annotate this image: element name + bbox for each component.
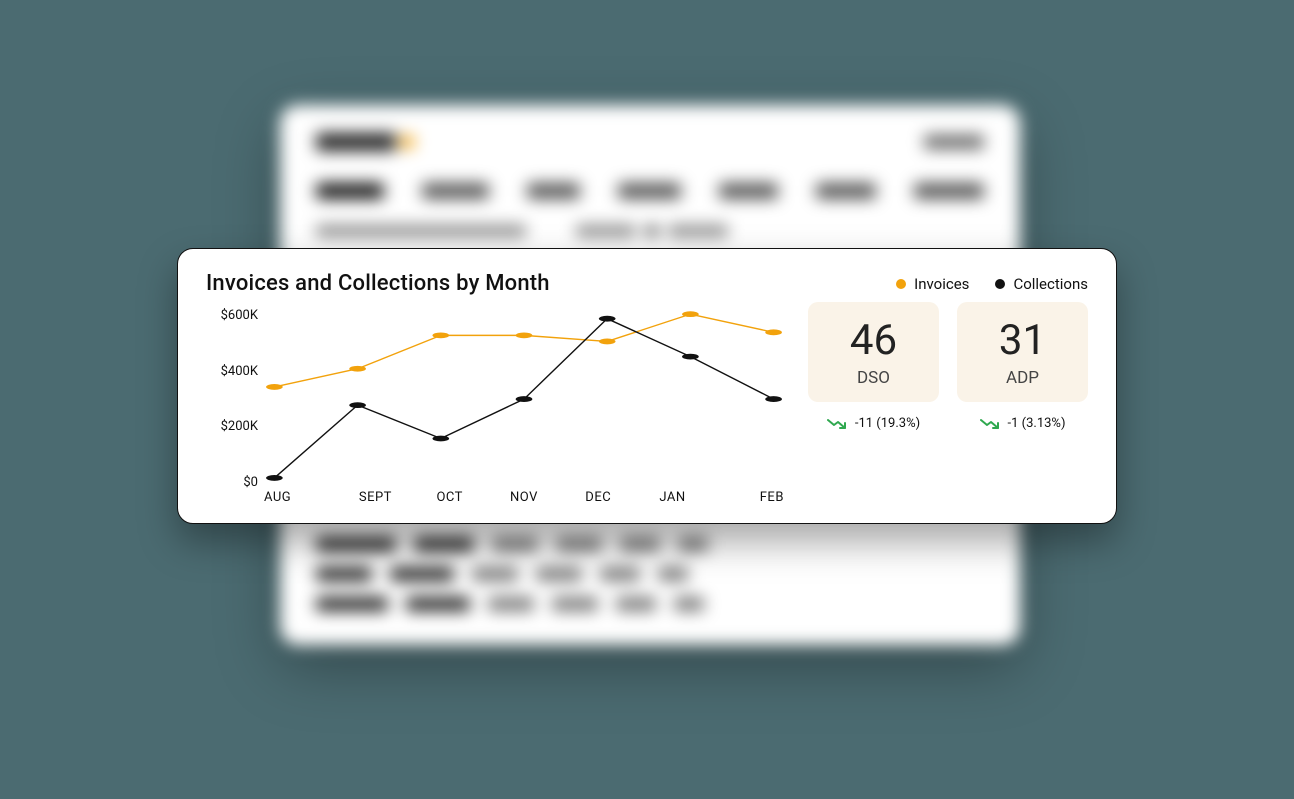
x-tick: SEPT (338, 490, 412, 505)
account-menu (924, 135, 984, 149)
kpi-adp[interactable]: 31 ADP (957, 302, 1088, 402)
kpi-value: 31 (999, 320, 1046, 362)
kpi-label: ADP (1006, 368, 1039, 388)
x-tick: JAN (635, 490, 709, 505)
kpi-panel: 46 DSO 31 ADP -11 (19.3%) (808, 302, 1088, 505)
kpi-dso[interactable]: 46 DSO (808, 302, 939, 402)
trend-down-icon (827, 417, 847, 431)
x-tick: OCT (413, 490, 487, 505)
chart-plot-area: $600K $400K $200K $0 (264, 302, 784, 484)
y-axis-labels: $600K $400K $200K $0 (206, 302, 258, 484)
kpi-delta-text: -11 (19.3%) (855, 416, 920, 431)
y-tick: $600K (206, 308, 258, 323)
y-tick: $200K (206, 419, 258, 434)
legend-dot-icon (995, 279, 1005, 289)
kpi-delta-text: -1 (3.13%) (1008, 416, 1066, 431)
card-title: Invoices and Collections by Month (206, 271, 550, 296)
app-logo (316, 133, 396, 151)
y-tick: $400K (206, 364, 258, 379)
kpi-delta-dso: -11 (19.3%) (808, 416, 939, 431)
legend-dot-icon (896, 279, 906, 289)
x-tick: NOV (487, 490, 561, 505)
kpi-label: DSO (857, 368, 890, 388)
legend-item-collections[interactable]: Collections (995, 275, 1088, 293)
legend-label: Collections (1013, 275, 1088, 293)
legend-item-invoices[interactable]: Invoices (896, 275, 969, 293)
legend-label: Invoices (914, 275, 969, 293)
chart-card: Invoices and Collections by Month Invoic… (177, 248, 1117, 524)
x-axis-labels: AUG SEPT OCT NOV DEC JAN FEB (264, 490, 784, 505)
chart-svg (264, 302, 784, 484)
x-tick: AUG (264, 490, 338, 505)
trend-down-icon (980, 417, 1000, 431)
chart-legend: Invoices Collections (896, 275, 1088, 293)
x-tick: FEB (710, 490, 784, 505)
card-header: Invoices and Collections by Month Invoic… (206, 271, 1088, 296)
kpi-value: 46 (850, 320, 897, 362)
kpi-delta-adp: -1 (3.13%) (957, 416, 1088, 431)
main-tabs (316, 183, 984, 199)
x-tick: DEC (561, 490, 635, 505)
y-tick: $0 (206, 475, 258, 490)
chart: $600K $400K $200K $0 AUG SEPT OCT NOV DE… (206, 302, 784, 505)
